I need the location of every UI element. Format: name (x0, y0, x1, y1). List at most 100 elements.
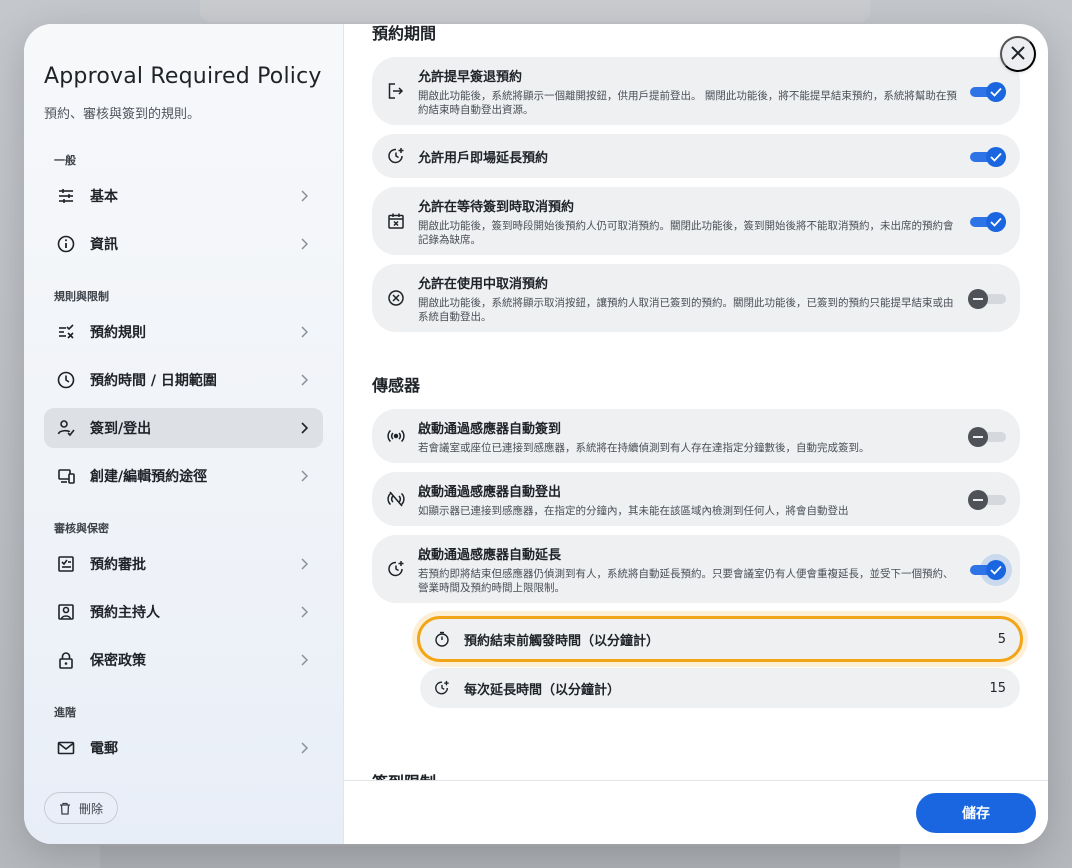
chevron-right-icon (297, 653, 311, 667)
cancel-waiting-toggle[interactable] (970, 211, 1006, 232)
approval-icon (56, 554, 76, 574)
sensor-checkin-toggle[interactable] (968, 426, 1006, 447)
sidebar-item-host[interactable]: 預約主持人 (44, 592, 323, 632)
minus-icon (968, 490, 988, 510)
sidebar-item-label: 資訊 (90, 237, 118, 253)
clock-icon (56, 370, 76, 390)
trigger-time-field[interactable]: 預約結束前觸發時間（以分鐘計） 5 (417, 616, 1023, 662)
rule-list-icon (56, 322, 76, 342)
sidebar-item-label: 保密政策 (90, 653, 146, 669)
chevron-right-icon (297, 189, 311, 203)
trash-icon (59, 802, 71, 815)
chevron-right-icon (297, 373, 311, 387)
sidebar-item-label: 電郵 (90, 741, 118, 757)
save-button[interactable]: 儲存 (916, 792, 1036, 833)
sidebar-item-channels[interactable]: 創建/編輯預約途徑 (44, 456, 323, 496)
check-icon (986, 560, 1006, 580)
setting-title: 啟動通過感應器自動延長 (418, 547, 562, 563)
setting-title: 允許提早簽退預約 (418, 69, 523, 85)
settings-scroll-area[interactable]: 預約期間 允許提早簽退預約 開啟此功能後，系統將顯示一個離開按鈕，供用戶提前登出… (344, 24, 1048, 780)
section-title-checkin-limit: 簽到限制 (372, 769, 436, 780)
sidebar-item-booking-time[interactable]: 預約時間 / 日期範圍 (44, 360, 323, 400)
lock-icon (56, 650, 76, 670)
backdrop-bar (200, 0, 870, 22)
timer-icon (434, 630, 452, 648)
section-general: 一般 (54, 154, 76, 167)
sliders-icon (56, 186, 76, 206)
check-icon (986, 212, 1006, 232)
setting-extend: 允許用戶即場延長預約 (372, 134, 1020, 178)
modal-subtitle: 預約、審核與簽到的規則。 (44, 107, 201, 122)
sidebar-item-approval[interactable]: 預約審批 (44, 544, 323, 584)
cancel-in-use-toggle[interactable] (968, 288, 1006, 309)
early-checkout-toggle[interactable] (970, 81, 1006, 102)
sidebar-item-label: 基本 (90, 189, 118, 205)
extend-toggle[interactable] (970, 146, 1006, 167)
sidebar: Approval Required Policy 預約、審核與簽到的規則。 一般… (24, 24, 344, 844)
cancel-circle-icon (386, 288, 406, 308)
policy-modal: Approval Required Policy 預約、審核與簽到的規則。 一般… (24, 24, 1048, 844)
trigger-time-value[interactable]: 5 (998, 632, 1006, 647)
setting-sensor-extend: 啟動通過感應器自動延長 若預約即將結束但感應器仍偵測到有人，系統將自動延長預約。… (372, 535, 1020, 603)
sidebar-item-label: 創建/編輯預約途徑 (90, 469, 208, 485)
extend-duration-value[interactable]: 15 (989, 681, 1006, 696)
setting-title: 允許在等待簽到時取消預約 (418, 199, 575, 215)
delete-label: 刪除 (79, 801, 104, 816)
setting-cancel-in-use: 允許在使用中取消預約 開啟此功能後，系統將顯示取消按鈕，讓預約人取消已簽到的預約… (372, 264, 1020, 332)
sensor-extend-toggle[interactable] (970, 554, 1012, 586)
setting-desc: 開啟此功能後，系統將顯示取消按鈕，讓預約人取消已簽到的預約。關閉此功能後，已簽到… (418, 296, 954, 323)
sidebar-item-privacy[interactable]: 保密政策 (44, 640, 323, 680)
calendar-cancel-icon (386, 211, 406, 231)
sidebar-item-checkin[interactable]: 簽到/登出 (44, 408, 323, 448)
modal-title: Approval Required Policy (44, 64, 322, 89)
trigger-time-label: 預約結束前觸發時間（以分鐘計） (464, 633, 660, 649)
chevron-right-icon (297, 421, 311, 435)
chevron-right-icon (297, 237, 311, 251)
chevron-right-icon (297, 325, 311, 339)
check-icon (986, 147, 1006, 167)
section-review: 審核與保密 (54, 522, 109, 535)
delete-button[interactable]: 刪除 (44, 792, 119, 824)
section-advanced: 進階 (54, 706, 76, 719)
sidebar-item-label: 預約規則 (90, 325, 146, 341)
info-icon (56, 234, 76, 254)
check-icon (986, 82, 1006, 102)
sidebar-item-info[interactable]: 資訊 (44, 224, 323, 264)
sidebar-item-label: 預約主持人 (90, 605, 160, 621)
section-title-sensor: 傳感器 (372, 376, 421, 395)
sidebar-item-email[interactable]: 電郵 (44, 728, 323, 768)
chevron-right-icon (297, 741, 311, 755)
sidebar-item-basic[interactable]: 基本 (44, 176, 323, 216)
setting-desc: 若會議室或座位已連接到感應器，系統將在持續偵測到有人存在達指定分鐘數後，自動完成… (418, 441, 870, 454)
host-icon (56, 602, 76, 622)
extend-time-icon (434, 679, 452, 697)
setting-title: 允許在使用中取消預約 (418, 276, 549, 292)
extend-time-icon (386, 559, 406, 579)
backdrop-bottom (100, 846, 900, 868)
sensor-icon (386, 426, 406, 446)
chevron-right-icon (297, 557, 311, 571)
close-button[interactable] (1000, 36, 1036, 72)
extend-time-icon (386, 146, 406, 166)
setting-desc: 若預約即將結束但感應器仍偵測到有人，系統將自動延長預約。只要會議室仍有人便會重複… (418, 567, 954, 594)
extend-duration-label: 每次延長時間（以分鐘計） (464, 682, 621, 698)
main-panel: 預約期間 允許提早簽退預約 開啟此功能後，系統將顯示一個離開按鈕，供用戶提前登出… (344, 24, 1048, 844)
sensor-off-icon (386, 489, 406, 509)
section-title-period: 預約期間 (372, 24, 437, 43)
sensor-checkout-toggle[interactable] (968, 489, 1006, 510)
section-rules: 規則與限制 (54, 290, 109, 303)
minus-icon (968, 289, 988, 309)
extend-duration-field[interactable]: 每次延長時間（以分鐘計） 15 (420, 668, 1020, 708)
minus-icon (968, 427, 988, 447)
setting-title: 允許用戶即場延長預約 (418, 150, 549, 166)
sidebar-item-booking-rules[interactable]: 預約規則 (44, 312, 323, 352)
setting-desc: 如顯示器已連接到感應器，在指定的分鐘內，其未能在該區域內檢測到任何人，將會自動登… (418, 504, 849, 517)
setting-desc: 開啟此功能後，簽到時段開始後預約人仍可取消預約。關閉此功能後，簽到開始後將不能取… (418, 219, 954, 246)
sidebar-item-label: 簽到/登出 (90, 421, 152, 437)
setting-early-checkout: 允許提早簽退預約 開啟此功能後，系統將顯示一個離開按鈕，供用戶提前登出。 關閉此… (372, 57, 1020, 125)
close-icon (1011, 45, 1025, 63)
devices-icon (56, 466, 76, 486)
setting-sensor-checkout: 啟動通過感應器自動登出 如顯示器已連接到感應器，在指定的分鐘內，其未能在該區域內… (372, 472, 1020, 526)
setting-sensor-checkin: 啟動通過感應器自動簽到 若會議室或座位已連接到感應器，系統將在持續偵測到有人存在… (372, 409, 1020, 463)
chevron-right-icon (297, 605, 311, 619)
